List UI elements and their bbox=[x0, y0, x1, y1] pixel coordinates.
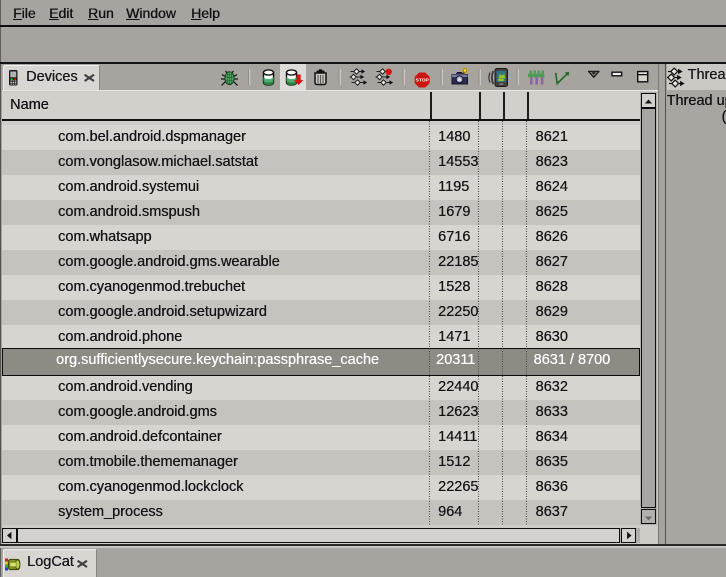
svg-text:STOP: STOP bbox=[416, 78, 430, 84]
